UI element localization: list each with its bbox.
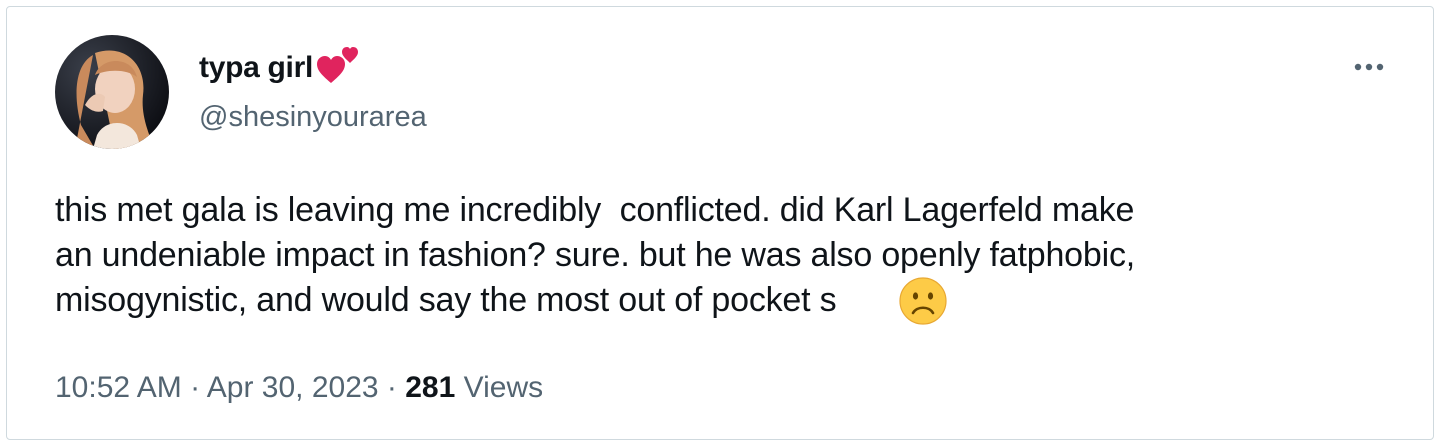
tweet-metadata: 10:52 AM · Apr 30, 2023 · 281 Views (55, 371, 543, 405)
tweet-card: typa girl @shesinyourarea this met gala … (6, 6, 1434, 440)
emoji-slot (836, 277, 954, 325)
author-avatar[interactable] (55, 35, 169, 149)
views-label: Views (463, 371, 544, 404)
author-handle[interactable]: @shesinyourarea (199, 101, 427, 134)
tweet-text: this met gala is leaving me incredibly c… (55, 188, 1415, 325)
author-display-name[interactable]: typa girl (199, 47, 361, 85)
tweet-date-link[interactable]: Apr 30, 2023 (207, 371, 379, 404)
more-horizontal-icon[interactable] (1347, 49, 1391, 85)
author-display-name-text: typa girl (199, 51, 313, 84)
tweet-text-line-last: misogynistic, and would say the most out… (55, 277, 1415, 325)
views-count: 281 (405, 371, 456, 404)
avatar-image (55, 35, 169, 149)
tweet-text-line: an undeniable impact in fashion? sure. b… (55, 236, 1135, 274)
meta-separator: · (181, 371, 207, 404)
slightly-frowning-face-icon (899, 277, 948, 325)
tweet-text-line-content: misogynistic, and would say the most out… (55, 281, 837, 319)
meta-separator: · (378, 371, 406, 404)
tweet-time-link[interactable]: 10:52 AM (55, 371, 182, 404)
two-hearts-icon (317, 47, 358, 83)
tweet-text-line: this met gala is leaving me incredibly c… (55, 191, 1135, 229)
